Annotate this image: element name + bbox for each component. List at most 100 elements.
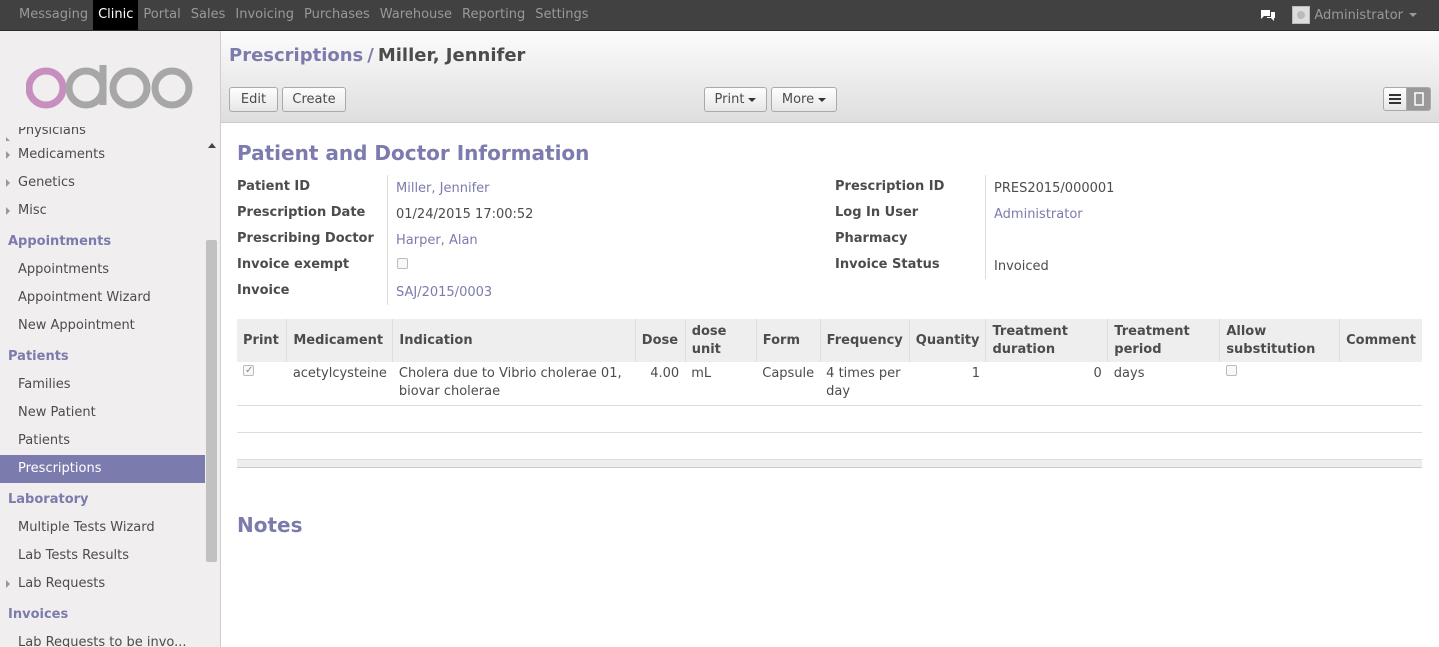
menu-reporting[interactable]: Reporting xyxy=(457,0,530,30)
section-title-patient-doctor: Patient and Doctor Information xyxy=(237,141,590,165)
list-icon xyxy=(1389,94,1401,104)
menu-messaging[interactable]: Messaging xyxy=(14,0,93,30)
sidebar-item-new-patient[interactable]: New Patient xyxy=(0,399,205,427)
sidebar-item-physicians[interactable]: Physicians xyxy=(0,127,205,141)
sidebar: Physicians Medicaments Genetics Misc App… xyxy=(0,31,221,647)
print-dropdown-button[interactable]: Print xyxy=(704,87,767,112)
sidebar-item-medicaments[interactable]: Medicaments xyxy=(0,141,205,169)
col-print[interactable]: Print xyxy=(237,319,287,362)
col-frequency[interactable]: Frequency xyxy=(819,319,910,362)
section-appointments: Appointments xyxy=(8,234,112,249)
patient-id-link[interactable]: Miller, Jennifer xyxy=(396,181,490,196)
sidebar-item-families[interactable]: Families xyxy=(0,371,205,399)
invoice-status-value: Invoiced xyxy=(994,259,1049,274)
breadcrumb-current: Miller, Jennifer xyxy=(377,45,526,66)
form-icon xyxy=(1413,92,1424,106)
cell-treatment-duration: 0 xyxy=(985,362,1108,406)
prescription-id-value: PRES2015/000001 xyxy=(994,181,1115,196)
col-treatment-period[interactable]: Treatment period xyxy=(1107,319,1220,362)
chevron-down-icon xyxy=(818,97,827,102)
sidebar-item-lab-tests-results[interactable]: Lab Tests Results xyxy=(0,542,205,570)
invoice-status-label: Invoice Status xyxy=(835,257,940,272)
cell-quantity: 1 xyxy=(909,362,986,406)
sidebar-item-patients[interactable]: Patients xyxy=(0,427,205,455)
scroll-up-icon[interactable] xyxy=(208,143,216,148)
section-laboratory: Laboratory xyxy=(8,492,89,507)
invoice-link[interactable]: SAJ/2015/0003 xyxy=(396,285,492,300)
sidebar-item-lab-requests[interactable]: Lab Requests xyxy=(0,570,205,598)
menu-settings[interactable]: Settings xyxy=(530,0,593,30)
prescription-date-value: 01/24/2015 17:00:52 xyxy=(396,207,534,222)
allow-substitution-checkbox[interactable] xyxy=(1225,365,1237,376)
cell-allow-substitution xyxy=(1219,362,1340,406)
chevron-down-icon xyxy=(748,97,757,102)
cell-medicament: acetylcysteine xyxy=(286,362,393,406)
invoice-exempt-checkbox[interactable] xyxy=(397,258,408,269)
menu-portal[interactable]: Portal xyxy=(138,0,185,30)
cell-dose: 4.00 xyxy=(635,362,686,406)
sidebar-item-multiple-tests-wizard[interactable]: Multiple Tests Wizard xyxy=(0,514,205,542)
sidebar-item-lab-requests-to-invoice[interactable]: Lab Requests to be invo... xyxy=(0,629,205,647)
sidebar-item-genetics[interactable]: Genetics xyxy=(0,169,205,197)
scroll-thumb[interactable] xyxy=(206,240,217,562)
col-medicament[interactable]: Medicament xyxy=(286,319,393,362)
print-button-label: Print xyxy=(714,92,745,107)
cell-indication: Cholera due to Vibrio cholerae 01, biova… xyxy=(392,362,636,406)
notes-title: Notes xyxy=(237,513,303,537)
create-button-label: Create xyxy=(292,92,336,107)
col-treatment-duration[interactable]: Treatment duration xyxy=(985,319,1108,362)
sidebar-item-prescriptions[interactable]: Prescriptions xyxy=(0,455,205,483)
table-header-row: Print Medicament Indication Dose dose un… xyxy=(237,319,1422,362)
prescription-lines-table: Print Medicament Indication Dose dose un… xyxy=(237,319,1422,468)
sidebar-item-misc[interactable]: Misc xyxy=(0,197,205,225)
sidebar-item-appointment-wizard[interactable]: Appointment Wizard xyxy=(0,284,205,312)
col-allow-substitution[interactable]: Allow substitution xyxy=(1219,319,1340,362)
table-row[interactable]: acetylcysteine Cholera due to Vibrio cho… xyxy=(237,362,1422,406)
menu-clinic[interactable]: Clinic xyxy=(93,0,139,30)
section-patients: Patients xyxy=(8,349,69,364)
create-button[interactable]: Create xyxy=(282,87,346,112)
sidebar-scrollbar[interactable] xyxy=(205,137,219,647)
table-footer xyxy=(237,458,1422,468)
avatar[interactable] xyxy=(1292,6,1311,24)
col-form[interactable]: Form xyxy=(755,319,821,362)
col-comment[interactable]: Comment xyxy=(1339,319,1422,362)
prescription-id-label: Prescription ID xyxy=(835,179,945,194)
edit-button[interactable]: Edit xyxy=(229,87,278,112)
print-checkbox[interactable] xyxy=(243,362,254,380)
prescription-date-label: Prescription Date xyxy=(237,205,366,220)
view-switcher xyxy=(1383,87,1431,111)
invoice-exempt-label: Invoice exempt xyxy=(237,257,350,272)
chat-icon[interactable] xyxy=(1260,8,1276,22)
col-dose-unit[interactable]: dose unit xyxy=(684,319,757,362)
invoice-label: Invoice xyxy=(237,283,290,298)
form-view-button[interactable] xyxy=(1407,87,1431,111)
breadcrumb-separator: / xyxy=(367,45,374,66)
empty-row xyxy=(237,432,1422,460)
login-user-link[interactable]: Administrator xyxy=(994,207,1083,222)
cell-dose-unit: mL xyxy=(685,362,757,406)
menu-purchases[interactable]: Purchases xyxy=(299,0,375,30)
form-sheet: Patient and Doctor Information Patient I… xyxy=(221,123,1439,647)
col-quantity[interactable]: Quantity xyxy=(908,319,986,362)
user-menu[interactable]: Administrator xyxy=(1314,8,1403,23)
login-user-label: Log In User xyxy=(835,205,919,220)
top-navbar: Messaging Clinic Portal Sales Invoicing … xyxy=(0,0,1439,31)
user-area: Administrator xyxy=(1260,0,1417,30)
patient-id-label: Patient ID xyxy=(237,179,311,194)
cell-comment xyxy=(1339,362,1422,406)
prescribing-doctor-link[interactable]: Harper, Alan xyxy=(396,233,478,248)
menu-warehouse[interactable]: Warehouse xyxy=(375,0,457,30)
more-dropdown-button[interactable]: More xyxy=(771,87,837,112)
menu-sales[interactable]: Sales xyxy=(186,0,231,30)
list-view-button[interactable] xyxy=(1383,87,1407,111)
chevron-down-icon[interactable] xyxy=(1409,13,1417,17)
sidebar-item-appointments[interactable]: Appointments xyxy=(0,256,205,284)
menu-invoicing[interactable]: Invoicing xyxy=(230,0,299,30)
col-dose[interactable]: Dose xyxy=(634,319,686,362)
cell-form: Capsule xyxy=(756,362,821,406)
sidebar-item-new-appointment[interactable]: New Appointment xyxy=(0,312,205,340)
breadcrumb-prescriptions[interactable]: Prescriptions xyxy=(229,45,363,66)
col-indication[interactable]: Indication xyxy=(392,319,636,362)
more-button-label: More xyxy=(781,92,815,107)
